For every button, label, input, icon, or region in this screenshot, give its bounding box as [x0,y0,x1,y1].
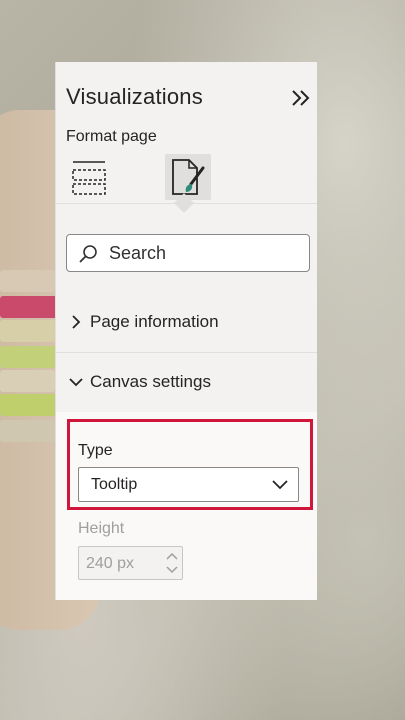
height-stepper[interactable]: 240 px [78,546,183,580]
page-layout-icon[interactable] [66,156,112,202]
stepper-arrows-icon[interactable] [165,550,179,576]
divider [56,203,317,204]
search-input[interactable]: Search [66,234,310,272]
section-canvas-settings[interactable]: Canvas settings [56,354,317,412]
pane-title: Visualizations [66,84,203,109]
chevron-right-icon [68,314,84,330]
type-label: Type [78,442,113,459]
section-label: Page information [90,312,219,331]
search-icon [77,243,99,265]
books-stack [0,260,60,520]
divider [56,352,317,353]
height-value: 240 px [86,555,135,572]
section-label: Canvas settings [90,372,211,391]
height-label: Height [78,520,125,537]
chevron-down-icon [68,374,84,390]
visualizations-pane: Visualizations Format page Search Page i… [55,62,317,600]
format-page-label: Format page [66,128,157,145]
double-chevron-right-icon[interactable] [289,86,313,110]
section-page-information[interactable]: Page information [56,294,317,352]
format-brush-icon[interactable] [165,154,211,200]
type-dropdown[interactable]: Tooltip [78,467,299,502]
type-dropdown-value: Tooltip [91,476,138,493]
chevron-down-icon [270,475,290,495]
search-placeholder: Search [109,243,167,263]
